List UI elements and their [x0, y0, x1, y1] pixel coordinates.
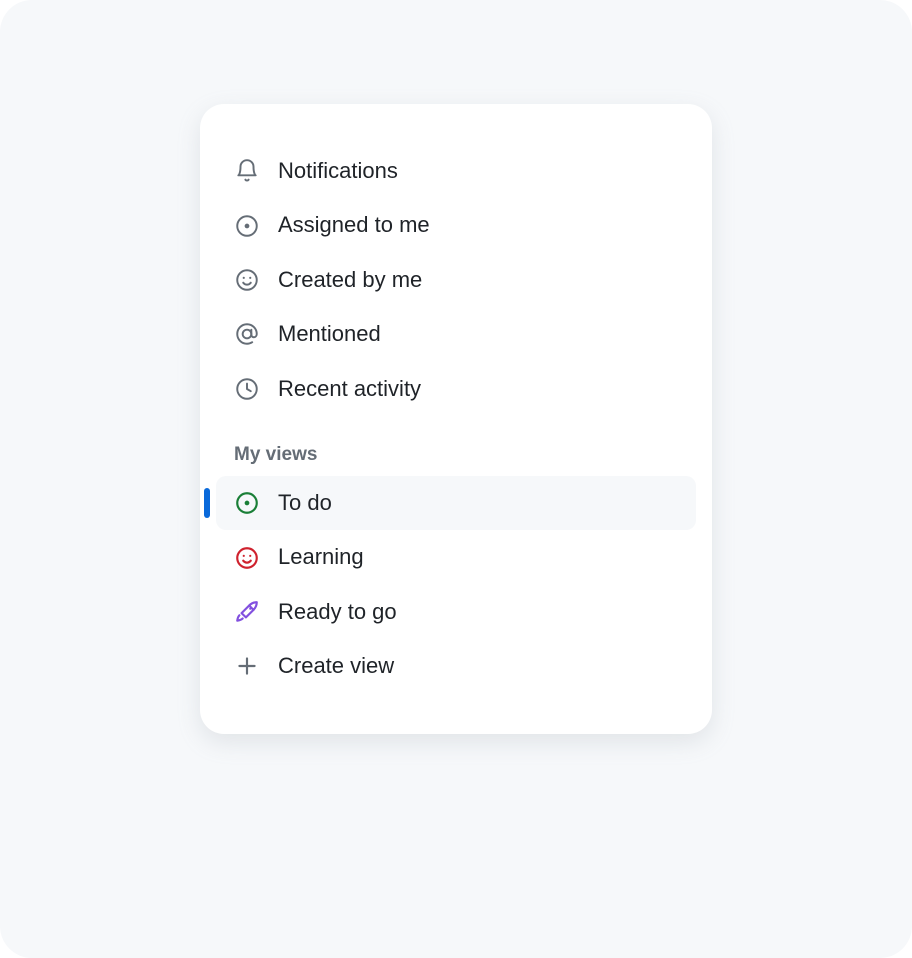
nav-item-assigned[interactable]: Assigned to me — [216, 198, 696, 252]
nav-item-mentioned[interactable]: Mentioned — [216, 307, 696, 361]
canvas: Notifications Assigned to me Created — [0, 0, 912, 958]
view-item-label: Ready to go — [278, 599, 678, 625]
mention-icon — [234, 321, 260, 347]
smiley-icon — [234, 545, 260, 571]
view-item-ready[interactable]: Ready to go — [216, 585, 696, 639]
issue-open-icon — [234, 490, 260, 516]
views-section-header: My views — [216, 416, 696, 476]
selection-indicator — [204, 488, 210, 518]
nav-item-recent[interactable]: Recent activity — [216, 362, 696, 416]
nav-item-label: Notifications — [278, 158, 678, 184]
sidebar-panel: Notifications Assigned to me Created — [200, 104, 712, 734]
issue-open-icon — [234, 213, 260, 239]
create-view-button[interactable]: Create view — [216, 639, 696, 693]
nav-item-label: Mentioned — [278, 321, 678, 347]
view-item-label: Learning — [278, 544, 678, 570]
rocket-icon — [234, 599, 260, 625]
nav-item-created[interactable]: Created by me — [216, 253, 696, 307]
plus-icon — [234, 653, 260, 679]
view-item-learning[interactable]: Learning — [216, 530, 696, 584]
smiley-icon — [234, 267, 260, 293]
nav-item-label: Assigned to me — [278, 212, 678, 238]
create-view-label: Create view — [278, 653, 678, 679]
bell-icon — [234, 158, 260, 184]
nav-item-label: Created by me — [278, 267, 678, 293]
view-item-todo[interactable]: To do — [216, 476, 696, 530]
nav-item-notifications[interactable]: Notifications — [216, 144, 696, 198]
view-item-label: To do — [278, 490, 678, 516]
clock-icon — [234, 376, 260, 402]
nav-item-label: Recent activity — [278, 376, 678, 402]
